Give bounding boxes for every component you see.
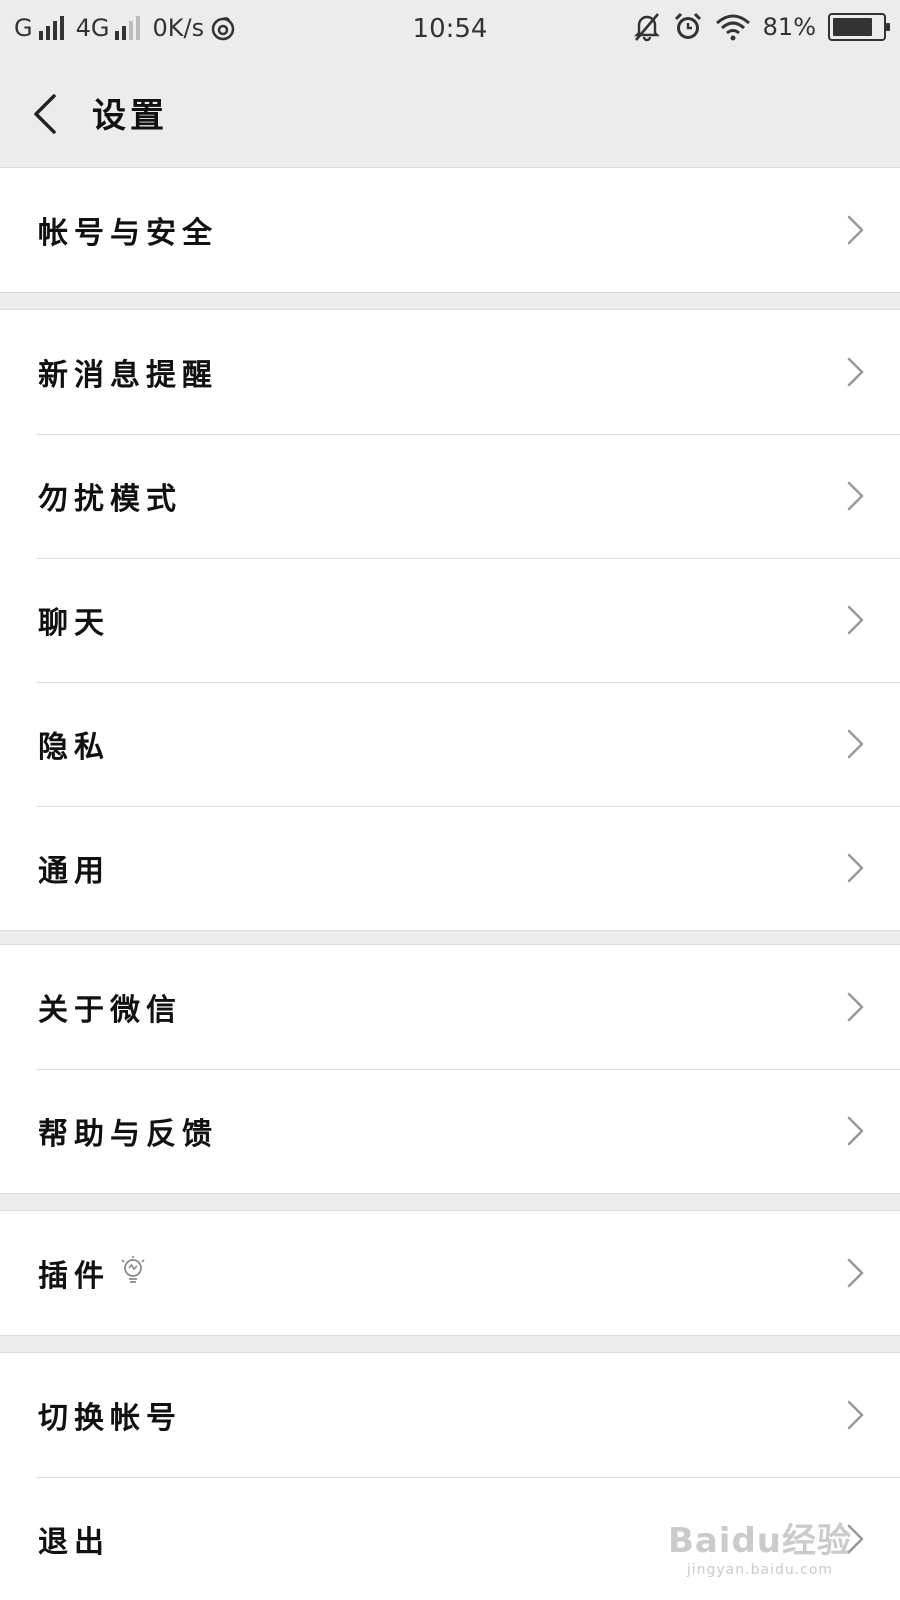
setting-item-label: 勿扰模式 (38, 482, 182, 517)
status-bar: G 4G 0K/s 10:54 81% (0, 0, 900, 60)
status-right: 81% (633, 12, 890, 42)
watermark-logo: Baidu经验 (667, 1521, 852, 1561)
settings-group-about: 关于微信 帮助与反馈 (0, 944, 900, 1194)
chevron-right-icon (847, 605, 864, 635)
setting-item-label: 聊天 (38, 606, 110, 641)
setting-item-new-message[interactable]: 新消息提醒 (0, 310, 900, 434)
setting-item-help-feedback[interactable]: 帮助与反馈 (0, 1069, 900, 1193)
chevron-right-icon (847, 992, 864, 1022)
setting-item-label: 帐号与安全 (38, 216, 218, 251)
chevron-right-icon (847, 215, 864, 245)
battery-fill (833, 18, 872, 36)
alarm-icon (674, 12, 701, 39)
battery-icon (828, 13, 890, 41)
setting-item-plugins[interactable]: 插件 (0, 1211, 900, 1335)
chevron-right-icon (847, 1258, 864, 1288)
back-arrow-icon[interactable] (24, 86, 74, 142)
setting-item-label: 帮助与反馈 (38, 1117, 218, 1152)
chevron-right-icon (847, 853, 864, 883)
setting-item-account-security[interactable]: 帐号与安全 (0, 168, 900, 292)
wifi-icon (715, 14, 750, 41)
setting-item-label: 切换帐号 (38, 1401, 182, 1436)
chevron-right-icon (847, 1400, 864, 1430)
chevron-right-icon (847, 357, 864, 387)
setting-item-label: 退出 (38, 1525, 110, 1560)
page-title: 设置 (92, 96, 168, 136)
setting-item-label: 通用 (38, 854, 110, 889)
setting-item-about-wechat[interactable]: 关于微信 (0, 945, 900, 1069)
settings-group-main: 新消息提醒 勿扰模式 聊天 隐私 通用 (0, 309, 900, 931)
setting-item-label: 插件 (38, 1259, 110, 1294)
setting-item-switch-account[interactable]: 切换帐号 (0, 1353, 900, 1477)
chevron-right-icon (847, 481, 864, 511)
setting-item-label: 新消息提醒 (38, 358, 218, 393)
battery-percent: 81% (762, 13, 816, 41)
settings-group-account: 帐号与安全 (0, 167, 900, 293)
setting-item-chat[interactable]: 聊天 (0, 558, 900, 682)
setting-item-privacy[interactable]: 隐私 (0, 682, 900, 806)
setting-item-do-not-disturb[interactable]: 勿扰模式 (0, 434, 900, 558)
mute-notification-icon (633, 13, 660, 42)
setting-item-label: 关于微信 (38, 993, 182, 1028)
setting-item-label: 隐私 (38, 730, 110, 765)
nav-bar: 设置 (0, 60, 900, 168)
chevron-right-icon (847, 729, 864, 759)
chevron-right-icon (847, 1116, 864, 1146)
setting-item-general[interactable]: 通用 (0, 806, 900, 930)
lightbulb-icon (121, 1256, 145, 1283)
watermark-url: jingyan.baidu.com (686, 1562, 834, 1578)
watermark: Baidu经验 jingyan.baidu.com (668, 1513, 852, 1578)
settings-group-plugins: 插件 (0, 1210, 900, 1336)
